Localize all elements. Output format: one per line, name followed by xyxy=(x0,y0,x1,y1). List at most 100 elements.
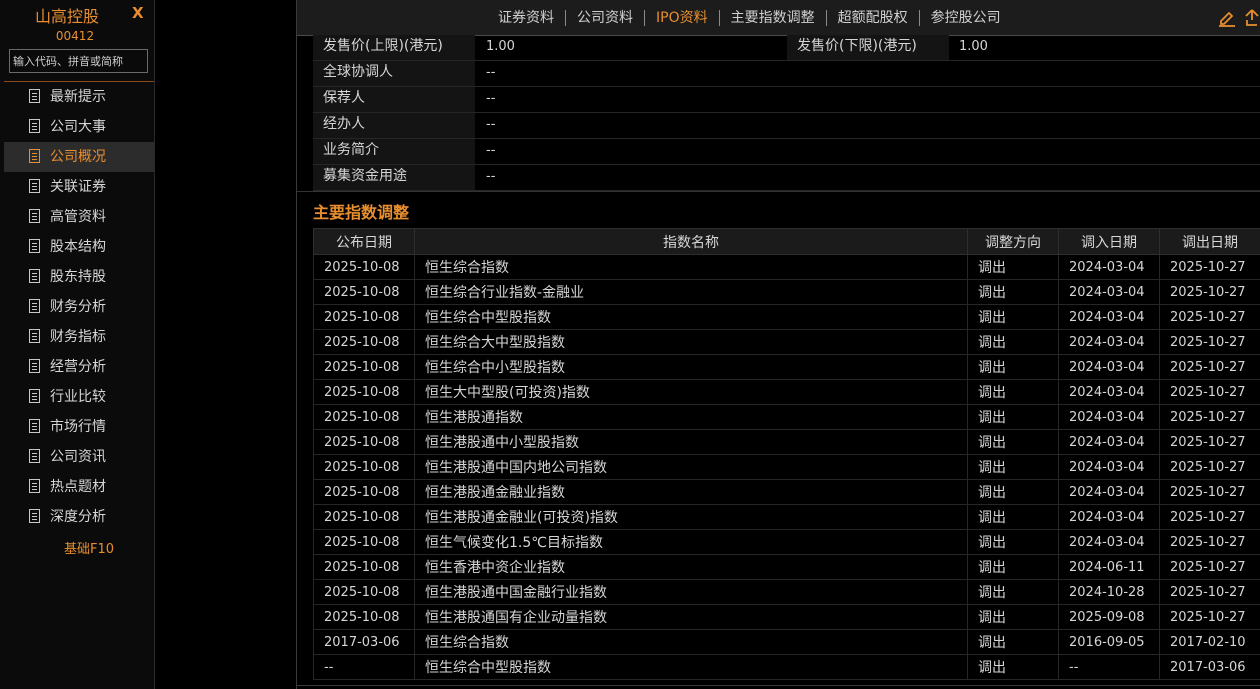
ipo-row-label: 募集资金用途 xyxy=(313,165,475,190)
tab[interactable]: 证券资料 xyxy=(487,10,565,26)
sidebar-item[interactable]: 公司大事 xyxy=(4,112,154,142)
price-lower-label: 发售价(下限)(港元) xyxy=(787,35,949,60)
table-row[interactable]: 2025-10-08 恒生港股通金融业指数 调出 2024-03-04 2025-10-… xyxy=(313,479,1260,505)
announce-date-cell: 2017-03-06 xyxy=(313,629,415,655)
table-row[interactable]: 2025-10-08 恒生综合指数 调出 2024-03-04 2025-10-27 xyxy=(313,254,1260,280)
tab[interactable]: 参控股公司 xyxy=(918,9,1012,26)
sidebar-item[interactable]: 深度分析 xyxy=(4,502,154,532)
document-icon xyxy=(29,389,40,403)
announce-date-cell: 2025-10-08 xyxy=(313,254,415,280)
in-date-cell: 2024-10-28 xyxy=(1058,579,1160,605)
table-row[interactable]: 2025-10-08 恒生港股通金融业(可投资)指数 调出 2024-03-04 202… xyxy=(313,504,1260,530)
ipo-row-label: 业务简介 xyxy=(313,139,475,164)
table-row[interactable]: 2025-10-08 恒生综合中小型股指数 调出 2024-03-04 2025-10-… xyxy=(313,354,1260,380)
tab[interactable]: 主要指数调整 xyxy=(718,9,826,26)
close-button[interactable]: X xyxy=(132,4,144,22)
index-adjustment-table: 公布日期 指数名称 调整方向 调入日期 调出日期 2025-10-08 恒生综合指数 调出 2… xyxy=(313,228,1260,680)
direction-cell: 调出 xyxy=(967,254,1059,280)
direction-cell: 调出 xyxy=(967,629,1059,655)
sidebar-item-label: 公司大事 xyxy=(50,119,106,135)
index-name-cell: 恒生综合中型股指数 xyxy=(414,654,968,680)
tab[interactable]: 公司资料 xyxy=(565,9,644,26)
sidebar-item-label: 经营分析 xyxy=(50,359,106,375)
sidebar-item[interactable]: 股东持股 xyxy=(4,262,154,292)
sidebar-item[interactable]: 行业比较 xyxy=(4,382,154,412)
sidebar-item-label: 股本结构 xyxy=(50,239,106,255)
out-date-cell: 2025-10-27 xyxy=(1159,254,1260,280)
out-date-cell: 2025-10-27 xyxy=(1159,379,1260,405)
direction-cell: 调出 xyxy=(967,329,1059,355)
direction-cell: 调出 xyxy=(967,529,1059,555)
column-header[interactable]: 调出日期 xyxy=(1159,228,1260,255)
announce-date-cell: 2025-10-08 xyxy=(313,279,415,305)
document-icon xyxy=(29,179,40,193)
sidebar-item[interactable]: 关联证券 xyxy=(4,172,154,202)
ipo-row: 经办人 -- xyxy=(313,113,1260,139)
table-row[interactable]: 2025-10-08 恒生港股通中国金融行业指数 调出 2024-10-28 2025-… xyxy=(313,579,1260,605)
index-name-cell: 恒生综合行业指数-金融业 xyxy=(414,279,968,305)
sidebar-item[interactable]: 最新提示 xyxy=(4,82,154,112)
index-name-cell: 恒生港股通中国金融行业指数 xyxy=(414,579,968,605)
sidebar-item[interactable]: 公司概况 xyxy=(4,142,154,172)
sidebar-item[interactable]: 高管资料 xyxy=(4,202,154,232)
edit-icon[interactable] xyxy=(1218,9,1236,27)
direction-cell: 调出 xyxy=(967,429,1059,455)
table-row[interactable]: 2025-10-08 恒生综合中型股指数 调出 2024-03-04 2025-10-2… xyxy=(313,304,1260,330)
tab[interactable]: IPO资料 xyxy=(644,9,719,26)
search-input[interactable] xyxy=(9,49,148,73)
index-name-cell: 恒生气候变化1.5℃目标指数 xyxy=(414,529,968,555)
stock-code: 00412 xyxy=(55,29,95,43)
document-icon xyxy=(29,359,40,373)
sidebar-item-label: 最新提示 xyxy=(50,89,106,105)
document-icon xyxy=(29,299,40,313)
index-name-cell: 恒生综合中型股指数 xyxy=(414,304,968,330)
announce-date-cell: 2025-10-08 xyxy=(313,404,415,430)
direction-cell: 调出 xyxy=(967,654,1059,680)
table-row[interactable]: 2025-10-08 恒生气候变化1.5℃目标指数 调出 2024-03-04 2025… xyxy=(313,529,1260,555)
section-divider xyxy=(297,191,1260,192)
sidebar-item-label: 财务指标 xyxy=(50,329,106,345)
sidebar-item-label: 股东持股 xyxy=(50,269,106,285)
out-date-cell: 2025-10-27 xyxy=(1159,454,1260,480)
share-icon[interactable] xyxy=(1244,8,1260,26)
table-row[interactable]: 2017-03-06 恒生综合指数 调出 2016-09-05 2017-02-10 xyxy=(313,629,1260,655)
ipo-row-value: -- xyxy=(486,169,496,184)
table-row[interactable]: 2025-10-08 恒生港股通中国内地公司指数 调出 2024-03-04 2025-… xyxy=(313,454,1260,480)
in-date-cell: -- xyxy=(1058,654,1160,680)
ipo-row-value: -- xyxy=(486,65,496,80)
section-title: 主要指数调整 xyxy=(313,203,410,222)
table-row[interactable]: 2025-10-08 恒生综合大中型股指数 调出 2024-03-04 2025-10-… xyxy=(313,329,1260,355)
column-header[interactable]: 调入日期 xyxy=(1058,228,1160,255)
sidebar-item[interactable]: 经营分析 xyxy=(4,352,154,382)
in-date-cell: 2024-03-04 xyxy=(1058,529,1160,555)
table-row[interactable]: 2025-10-08 恒生综合行业指数-金融业 调出 2024-03-04 2025-1… xyxy=(313,279,1260,305)
ipo-row-label: 经办人 xyxy=(313,113,475,138)
table-row[interactable]: 2025-10-08 恒生港股通中小型股指数 调出 2024-03-04 2025-10… xyxy=(313,429,1260,455)
column-header[interactable]: 调整方向 xyxy=(967,228,1059,255)
table-row[interactable]: 2025-10-08 恒生港股通国有企业动量指数 调出 2025-09-08 2025-… xyxy=(313,604,1260,630)
table-row[interactable]: 2025-10-08 恒生港股通指数 调出 2024-03-04 2025-10-27 xyxy=(313,404,1260,430)
direction-cell: 调出 xyxy=(967,504,1059,530)
direction-cell: 调出 xyxy=(967,404,1059,430)
sidebar-item-label: 热点题材 xyxy=(50,479,106,495)
column-header[interactable]: 公布日期 xyxy=(313,228,415,255)
in-date-cell: 2024-06-11 xyxy=(1058,554,1160,580)
tab[interactable]: 超额配股权 xyxy=(825,9,919,26)
document-icon xyxy=(29,209,40,223)
sidebar-item[interactable]: 热点题材 xyxy=(4,472,154,502)
sidebar-item[interactable]: 财务分析 xyxy=(4,292,154,322)
column-header[interactable]: 指数名称 xyxy=(414,228,968,255)
announce-date-cell: 2025-10-08 xyxy=(313,429,415,455)
sidebar-item[interactable]: 财务指标 xyxy=(4,322,154,352)
basic-f10-link[interactable]: 基础F10 xyxy=(4,538,174,557)
ipo-row: 募集资金用途 -- xyxy=(313,165,1260,191)
direction-cell: 调出 xyxy=(967,554,1059,580)
table-row[interactable]: 2025-10-08 恒生香港中资企业指数 调出 2024-06-11 2025-10-… xyxy=(313,554,1260,580)
sidebar-item[interactable]: 股本结构 xyxy=(4,232,154,262)
table-row[interactable]: 2025-10-08 恒生大中型股(可投资)指数 调出 2024-03-04 2025-… xyxy=(313,379,1260,405)
sidebar-item[interactable]: 市场行情 xyxy=(4,412,154,442)
table-row[interactable]: -- 恒生综合中型股指数 调出 -- 2017-03-06 xyxy=(313,654,1260,680)
sidebar-item[interactable]: 公司资讯 xyxy=(4,442,154,472)
index-name-cell: 恒生港股通中小型股指数 xyxy=(414,429,968,455)
ipo-row-value: -- xyxy=(486,143,496,158)
